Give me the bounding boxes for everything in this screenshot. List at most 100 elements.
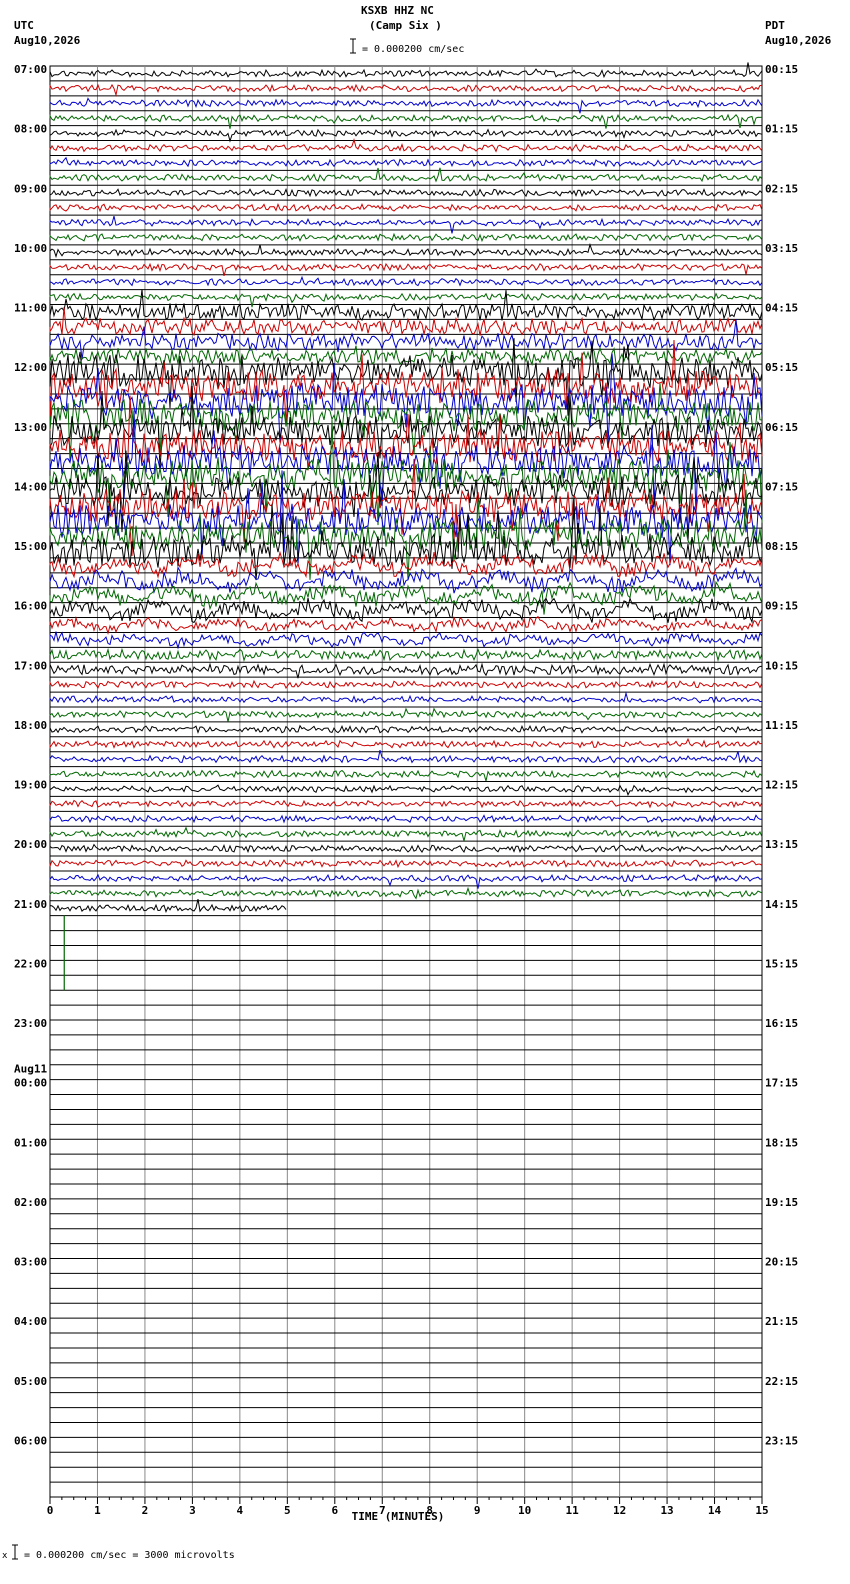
trace-row-50 [49,814,762,824]
trace-row-12 [49,242,763,259]
x-tick-label: 3 [189,1504,196,1517]
right-hour-label: 03:15 [765,242,798,255]
trace-row-0 [49,62,763,79]
trace-row-36 [49,596,763,624]
trace-row-45 [49,737,763,749]
left-hour-label: 12:00 [14,361,47,374]
right-hour-label: 05:15 [765,361,798,374]
left-hour-label: 10:00 [14,242,47,255]
left-date-change-label: Aug11 [14,1063,47,1076]
trace-row-47 [49,769,763,782]
right-hour-label: 00:15 [765,63,798,76]
helicorder-plot: 07:00 08:00 09:00 10:00 11:00 12:00 13:00 14:00… [14,62,798,1523]
left-hour-label: 17:00 [14,659,47,672]
right-hour-label: 18:15 [765,1136,798,1149]
footer-scale-bar-icon [12,1544,18,1560]
right-hour-label: 10:15 [765,659,798,672]
trace-row-6 [49,156,763,168]
left-hour-label: 01:00 [14,1136,47,1149]
right-hour-label: 09:15 [765,600,798,613]
right-hour-label: 04:15 [765,302,798,315]
x-tick-label: 12 [613,1504,626,1517]
right-hour-label: 15:15 [765,957,798,970]
left-hour-label: 22:00 [14,957,47,970]
trace-row-42 [49,691,763,704]
left-hour-label: 03:00 [14,1256,47,1269]
x-tick-label: 0 [47,1504,54,1517]
trace-row-38 [49,631,763,650]
left-hour-label: 09:00 [14,182,47,195]
left-hour-label: 07:00 [14,63,47,76]
left-hour-label: 02:00 [14,1196,47,1209]
trace-row-5 [49,138,763,153]
left-hour-label: 18:00 [14,719,47,732]
left-hour-label: 21:00 [14,898,47,911]
x-tick-label: 1 [94,1504,101,1517]
left-hour-label: 05:00 [14,1375,47,1388]
x-tick-label: 15 [755,1504,768,1517]
left-hour-label: 11:00 [14,302,47,315]
trace-row-14 [49,275,763,287]
footer-scale-prefix: x [2,1551,8,1561]
trace-row-40 [49,662,763,679]
x-tick-label: 14 [708,1504,722,1517]
trace-row-11 [49,232,763,243]
trace-row-10 [49,215,763,234]
trace-row-51 [49,826,763,842]
right-hour-label: 07:15 [765,480,798,493]
right-hour-label: 21:15 [765,1315,798,1328]
right-hour-label: 14:15 [765,898,798,911]
right-hour-label: 16:15 [765,1017,798,1030]
right-hour-label: 20:15 [765,1256,798,1269]
trace-row-15 [49,292,763,308]
trace-row-9 [49,202,763,213]
right-hour-label: 23:15 [765,1434,798,1447]
trace-row-37 [49,615,763,636]
trace-row-35 [49,580,763,615]
left-hour-label: 00:00 [14,1077,47,1090]
x-tick-label: 10 [518,1504,531,1517]
trace-row-49 [49,799,763,809]
left-hour-label: 19:00 [14,779,47,792]
x-axis-label: TIME (MINUTES) [352,1510,445,1523]
x-tick-label: 5 [284,1504,291,1517]
left-hour-label: 15:00 [14,540,47,553]
right-hour-label: 11:15 [765,719,798,732]
trace-row-43 [49,707,763,722]
left-hour-label: 13:00 [14,421,47,434]
grid [49,65,763,1504]
x-tick-label: 6 [331,1504,338,1517]
trace-row-7 [49,167,763,183]
left-hour-label: 14:00 [14,480,47,493]
left-hour-label: 04:00 [14,1315,47,1328]
right-hour-label: 22:15 [765,1375,798,1388]
x-tick-label: 13 [660,1504,673,1517]
seismic-traces [49,62,763,991]
trace-row-39 [49,647,763,662]
x-tick-label: 2 [142,1504,149,1517]
left-hour-label: 16:00 [14,600,47,613]
right-hour-label: 06:15 [765,421,798,434]
left-hour-label: 06:00 [14,1434,47,1447]
trace-row-44 [49,724,763,734]
x-tick-label: 9 [474,1504,481,1517]
right-hour-label: 17:15 [765,1077,798,1090]
right-hour-label: 02:15 [765,182,798,195]
footer-scale-label: = 0.000200 cm/sec = 3000 microvolts [24,1550,235,1561]
trace-row-54 [49,873,763,889]
right-hour-label: 01:15 [765,123,798,136]
trace-row-3 [49,113,763,129]
trace-row-48 [49,784,763,796]
trace-row-4 [49,128,763,143]
trace-row-8 [49,188,763,198]
right-hour-label: 19:15 [765,1196,798,1209]
right-hour-label: 08:15 [765,540,798,553]
trace-row-52 [49,843,763,854]
trace-row-13 [49,262,763,277]
left-hour-label: 08:00 [14,123,47,136]
left-hour-label: 23:00 [14,1017,47,1030]
trace-row-55 [49,886,763,900]
trace-row-53 [49,859,763,869]
x-tick-label: 11 [566,1504,580,1517]
x-tick-label: 4 [237,1504,244,1517]
